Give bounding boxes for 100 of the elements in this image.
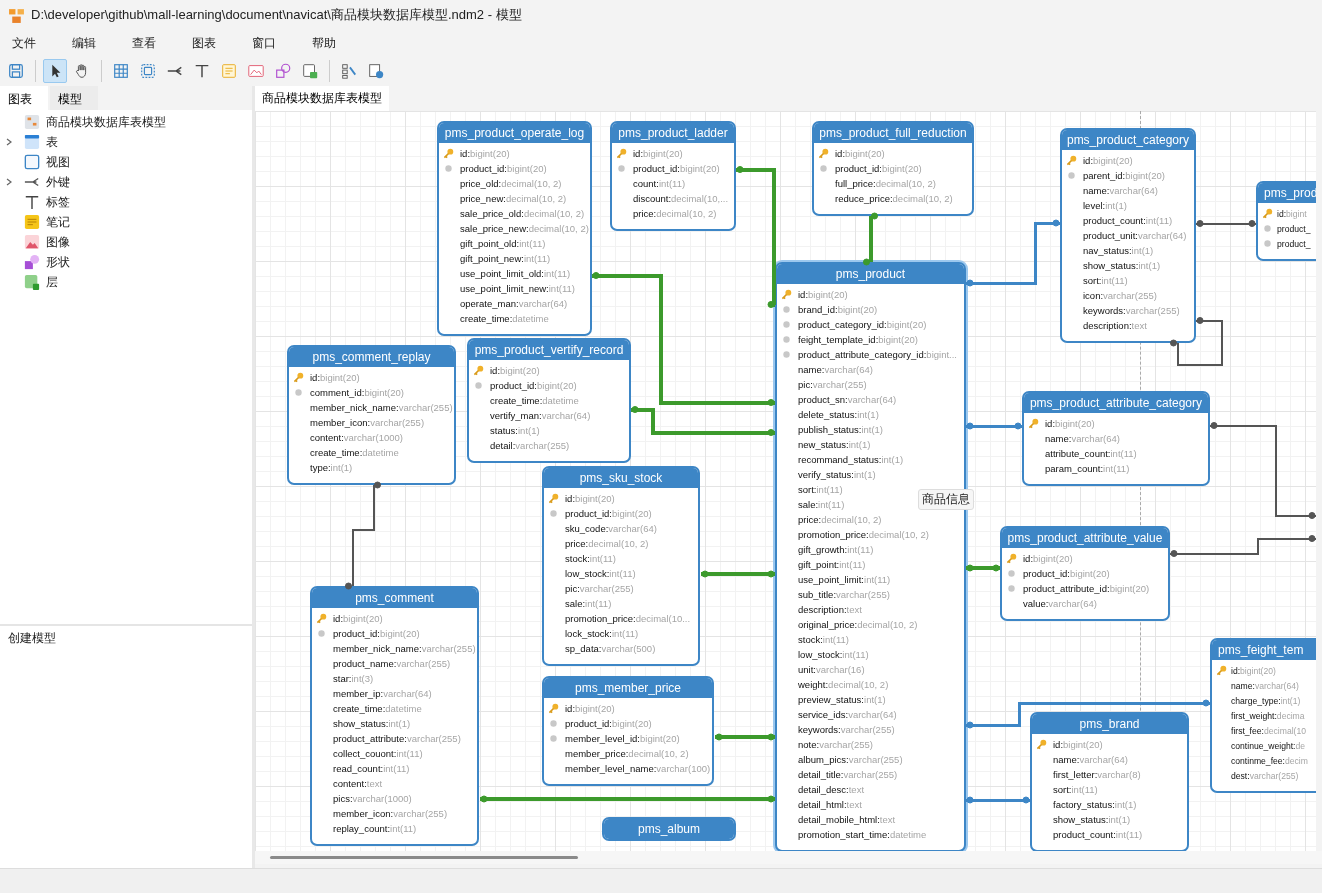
relationship-line[interactable]	[863, 212, 878, 266]
dot-icon	[781, 304, 792, 315]
table-title: pms_product_category	[1062, 130, 1194, 150]
table-card[interactable]: pms_album	[602, 817, 736, 841]
relationship-line[interactable]	[736, 166, 777, 308]
table-card[interactable]	[542, 466, 700, 666]
table-card[interactable]: pms_brand id:bigint(20) name:varchar(64) first_letter:varchar(8) sort:int(11) factory_status:int(1) show_status:int(1) product_count:int(11)	[1030, 712, 1189, 851]
table-card[interactable]: pms_product_vertify_record id:bigint(20) product_id:bigint(20) create_time:datetime vertify_man:varchar(64) status:int(1) detail:varchar(255)	[467, 338, 631, 463]
column-text: full_price:decimal(10, 2)	[835, 178, 936, 189]
menu-item[interactable]: 编辑	[66, 32, 102, 54]
menu-item[interactable]: 帮助	[306, 32, 342, 54]
column-text: gift_point_old:int(11)	[460, 238, 546, 249]
tree-item[interactable]: 表	[46, 133, 58, 151]
column-text: id:bigint(20)	[490, 365, 540, 376]
dot-icon	[473, 380, 484, 391]
diagram-label[interactable]: 商品信息	[918, 489, 974, 510]
relationship-line[interactable]	[1209, 422, 1316, 519]
tree-item[interactable]: 视图	[46, 153, 70, 171]
table-card[interactable]	[310, 586, 479, 846]
scrollbar-thumb[interactable]	[270, 856, 578, 859]
diagram-tab[interactable]: 商品模块数据库表模型	[255, 86, 389, 111]
column-text: discount:decimal(10,...	[633, 193, 729, 204]
table-card[interactable]: pms_prod id:bigint product_ product_	[1256, 181, 1316, 261]
key-icon	[616, 148, 627, 159]
relationship-line[interactable]	[966, 219, 1060, 287]
dot-icon	[1262, 238, 1273, 249]
column-text: sku_code:varchar(64)	[565, 523, 657, 534]
relationship-line[interactable]	[631, 406, 775, 436]
table-card[interactable]	[437, 121, 592, 336]
column-text: show_status:int(1)	[333, 718, 411, 729]
tree-item[interactable]: 商品模块数据库表模型	[46, 113, 166, 131]
shape-icon	[24, 254, 40, 270]
table-title: pms_feight_tem	[1212, 640, 1316, 660]
table-card[interactable]	[1060, 128, 1196, 343]
table-card[interactable]: pms_member_price id:bigint(20) product_id:bigint(20) member_level_id:bigint(20) member_price:decimal(10, 2) member_level_name:varchar(100)	[542, 676, 714, 786]
key-icon	[1216, 665, 1227, 676]
dot-icon	[293, 387, 304, 398]
column-text: price:decimal(10, 2)	[798, 514, 882, 525]
column-text: sale_price_new:decimal(10, 2)	[460, 223, 589, 234]
tree-item[interactable]: 外键	[46, 173, 70, 191]
tree-item[interactable]: 笔记	[46, 213, 70, 231]
dot-icon	[316, 628, 327, 639]
column-text: create_time:datetime	[460, 313, 549, 324]
label-icon	[193, 62, 211, 80]
column-text: member_level_id:bigint(20)	[565, 733, 680, 744]
column-text: sub_title:varchar(255)	[798, 589, 890, 600]
relationship-line[interactable]	[345, 481, 381, 590]
column-text: preview_status:int(1)	[798, 694, 886, 705]
relationship-line[interactable]	[480, 795, 775, 803]
table-title: pms_product_attribute_category	[1024, 393, 1208, 413]
column-text: id:bigint(20)	[1083, 155, 1133, 166]
column-text: status:int(1)	[490, 425, 540, 436]
relationship-line[interactable]	[966, 796, 1030, 804]
expand-chevron-icon[interactable]	[6, 178, 12, 186]
column-text: show_status:int(1)	[1083, 260, 1161, 271]
expand-chevron-icon[interactable]	[6, 138, 12, 146]
relationship-line[interactable]	[1169, 535, 1316, 557]
panel-tab[interactable]: 模型	[50, 86, 98, 110]
tree-item[interactable]: 层	[46, 273, 58, 291]
image-icon	[247, 62, 265, 80]
layer-icon	[301, 62, 319, 80]
tree-item[interactable]: 图像	[46, 233, 70, 251]
dot-icon	[781, 319, 792, 330]
table-card[interactable]: pms_feight_tem id:bigint(20) name:varchar(64) charge_type:int(1) first_weight:decima first_fee:decimal(10 continue_weight:de continme_fee:decim dest:varchar(255)	[1210, 638, 1316, 793]
table-card[interactable]: pms_product_attribute_value id:bigint(20) product_id:bigint(20) product_attribute_id:bigint(20) value:varchar(64)	[1000, 526, 1170, 621]
table-title: pms_prod	[1258, 183, 1316, 203]
tree-item[interactable]: 标签	[46, 193, 70, 211]
table-title: pms_product_vertify_record	[469, 340, 629, 360]
table-card[interactable]: pms_product_ladder id:bigint(20) product_id:bigint(20) count:int(11) discount:decimal(10,... price:decimal(10, 2)	[610, 121, 736, 231]
menu-item[interactable]: 查看	[126, 32, 162, 54]
pointer-tool-button[interactable]	[43, 59, 67, 83]
relationship-line[interactable]	[715, 733, 775, 741]
menu-item[interactable]: 文件	[6, 32, 42, 54]
relationship-line[interactable]	[1195, 220, 1257, 227]
column-text: product_id:bigint(20)	[835, 163, 922, 174]
relationship-line[interactable]	[1170, 317, 1223, 366]
dot-icon	[818, 163, 829, 174]
column-text: gift_point:int(11)	[798, 559, 866, 570]
table-card[interactable]: pms_product_attribute_category id:bigint(20) name:varchar(64) attribute_count:int(11) param_count:int(11)	[1022, 391, 1210, 486]
menu-item[interactable]: 图表	[186, 32, 222, 54]
column-text: promotion_start_time:datetime	[798, 829, 927, 840]
key-icon	[1006, 553, 1017, 564]
table-card[interactable]: pms_comment_replay id:bigint(20) comment_id:bigint(20) member_nick_name:varchar(255) member_icon:varchar(255) content:varchar(1000) create_time:datetime type:int(1)	[287, 345, 456, 485]
relationship-line[interactable]	[701, 570, 775, 578]
key-icon	[548, 493, 559, 504]
diagram-canvas[interactable]	[255, 111, 1316, 851]
column-text: count:int(11)	[633, 178, 686, 189]
tree-item[interactable]: 形状	[46, 253, 70, 271]
relationship-line[interactable]	[966, 422, 1022, 430]
panel-tab[interactable]: 图表	[0, 86, 48, 110]
relationship-line[interactable]	[966, 699, 1210, 729]
column-text: type:int(1)	[310, 462, 353, 473]
relationship-line[interactable]	[966, 564, 1000, 572]
view-icon	[139, 62, 157, 80]
column-text: use_point_limit_old:int(11)	[460, 268, 571, 279]
table-card[interactable]: pms_product_full_reduction id:bigint(20) product_id:bigint(20) full_price:decimal(10, 2) reduce_price:decimal(10, 2)	[812, 121, 974, 216]
menu-item[interactable]: 窗口	[246, 32, 282, 54]
column-text: operate_man:varchar(64)	[460, 298, 568, 309]
dot-icon	[443, 163, 454, 174]
column-text: publish_status:int(1)	[798, 424, 884, 435]
